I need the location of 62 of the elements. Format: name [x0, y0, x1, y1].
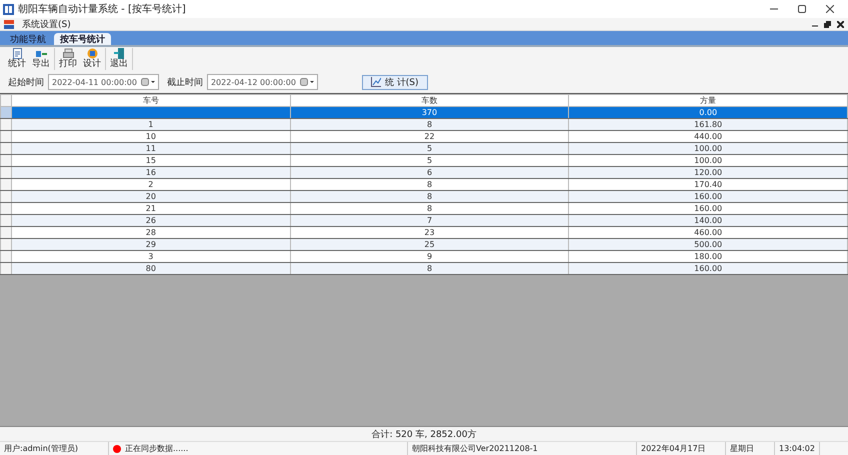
printer-icon — [62, 48, 74, 59]
calendar-dropdown-icon — [140, 78, 155, 86]
column-header[interactable]: 方量 — [568, 94, 848, 106]
table-cell: 25 — [290, 238, 569, 250]
table-cell: 8 — [290, 262, 569, 274]
table-cell: 161.80 — [568, 118, 848, 130]
door-icon — [114, 48, 124, 59]
menu-item[interactable]: 系统设置(S) — [22, 18, 71, 30]
child-restore-icon — [824, 20, 831, 28]
toolbar-button[interactable]: 导出 — [30, 48, 52, 70]
table-cell: 16 — [12, 166, 290, 178]
chart-icon — [370, 77, 381, 87]
status-text: 用户:admin(管理员) — [4, 443, 78, 454]
table-cell: 11 — [12, 142, 290, 154]
table-cell: 5 — [290, 142, 569, 154]
column-header[interactable]: 车号 — [12, 94, 290, 106]
status-text: 朝阳科技有限公司Ver20211208-1 — [412, 443, 538, 454]
calendar-dropdown-icon — [300, 78, 314, 86]
table-cell: 0.00 — [568, 106, 848, 118]
table-cell: 140.00 — [568, 214, 848, 226]
toolbar-button[interactable]: 退出 — [108, 48, 130, 70]
table-cell: 100.00 — [568, 142, 848, 154]
table-cell: 8 — [290, 190, 569, 202]
table-cell: 7 — [290, 214, 569, 226]
date-field[interactable]: 2022-04-12 00:00:00 — [206, 74, 318, 90]
toolbar-button[interactable]: 统计 — [6, 48, 28, 70]
field-label: 截止时间 — [166, 76, 203, 88]
field-label: 起始时间 — [8, 76, 44, 88]
stats-button[interactable]: 统 计(S) — [362, 74, 428, 90]
status-text: 星期日 — [730, 443, 754, 454]
tab[interactable]: 按车号统计 — [54, 33, 111, 45]
status-text: 2022年04月17日 — [641, 443, 706, 454]
total-summary: 合计: 520 车, 2852.00方 — [372, 428, 476, 440]
date-field[interactable]: 2022-04-11 00:00:00 — [48, 74, 159, 90]
close-icon — [826, 5, 834, 13]
maximize-icon — [798, 5, 806, 13]
app-logo-icon — [3, 4, 14, 14]
table-cell: 160.00 — [568, 190, 848, 202]
close-button[interactable] — [824, 3, 836, 15]
table-cell: 160.00 — [568, 262, 848, 274]
table-cell: 120.00 — [568, 166, 848, 178]
table-cell: 370 — [290, 106, 569, 118]
tab[interactable]: 功能导航 — [4, 33, 52, 45]
app-menu-icon — [4, 20, 14, 28]
window-title: 朝阳车辆自动计量系统 - [按车号统计] — [18, 2, 187, 16]
column-header[interactable]: 车数 — [290, 94, 569, 106]
table-cell: 26 — [12, 214, 290, 226]
table-cell: 8 — [290, 118, 569, 130]
palette-icon — [86, 48, 98, 59]
maximize-button[interactable] — [796, 3, 808, 15]
table-cell: 20 — [12, 190, 290, 202]
status-text: 13:04:02 — [779, 444, 815, 453]
child-close-icon — [837, 20, 844, 28]
table-cell: 6 — [290, 166, 569, 178]
table-cell: 80 — [12, 262, 290, 274]
export-icon — [36, 48, 46, 59]
table-cell: 29 — [12, 238, 290, 250]
toolbar-button[interactable]: 设计 — [81, 48, 103, 70]
status-text: 正在同步数据...... — [125, 443, 188, 454]
toolbar-button[interactable]: 打印 — [57, 48, 79, 70]
table-cell: 500.00 — [568, 238, 848, 250]
table-cell: 1 — [12, 118, 290, 130]
